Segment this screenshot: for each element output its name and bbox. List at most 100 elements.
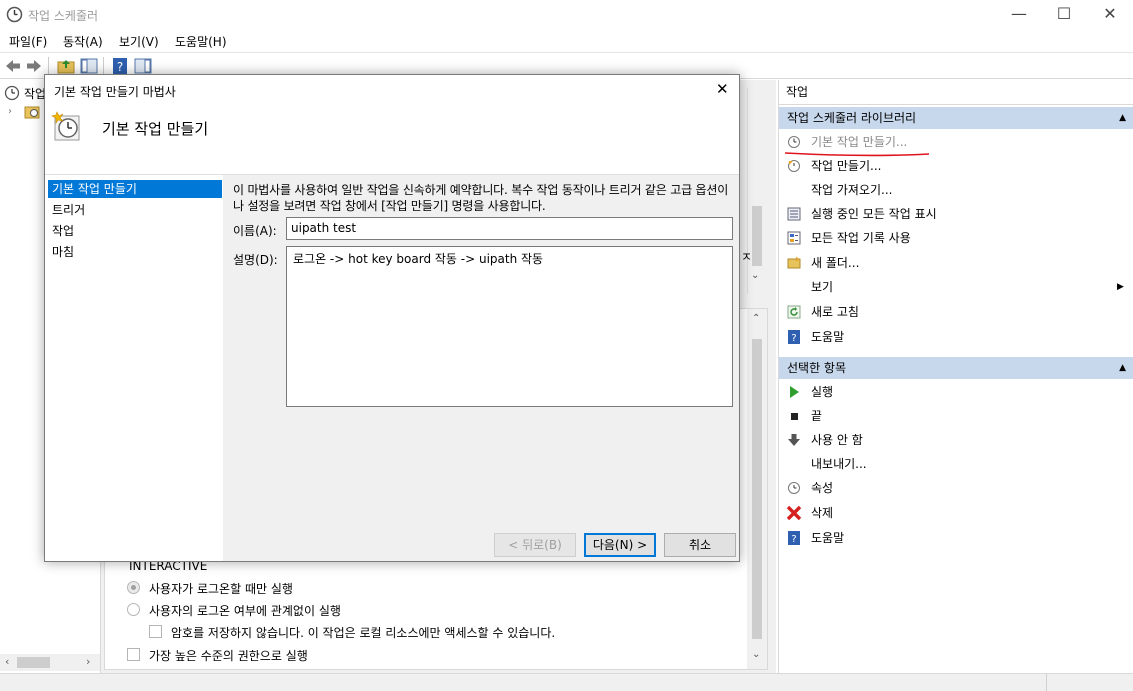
minimize-button[interactable]: — <box>996 0 1042 30</box>
svg-text:?: ? <box>791 333 796 344</box>
step-create-basic-task[interactable]: 기본 작업 만들기 <box>48 180 222 198</box>
forward-arrow-icon[interactable] <box>25 57 43 75</box>
radio-regardless-logon[interactable] <box>127 603 140 616</box>
next-button[interactable]: 다음(N) > <box>584 533 656 557</box>
action-create-task[interactable]: 작업 만들기... <box>779 154 1133 178</box>
action-label: 작업 만들기... <box>811 159 882 173</box>
menu-file[interactable]: 파일(F) <box>9 33 47 50</box>
delete-icon <box>786 505 802 521</box>
cancel-button[interactable]: 취소 <box>664 533 736 557</box>
scroll-up-icon[interactable]: ⌃ <box>752 313 760 324</box>
action-help-selected[interactable]: ? 도움말 <box>779 526 1133 550</box>
back-button[interactable]: < 뒤로(B) <box>494 533 576 557</box>
action-label: 내보내기... <box>811 457 867 471</box>
actions-header: 작업 <box>779 80 1133 105</box>
action-label: 삭제 <box>811 506 834 520</box>
window-titlebar: 작업 스케줄러 — ☐ ✕ <box>0 0 1133 30</box>
menu-help[interactable]: 도움말(H) <box>175 33 227 50</box>
wizard-intro-text: 이 마법사를 사용하여 일반 작업을 신속하게 예약합니다. 복수 작업 동작이… <box>233 183 729 213</box>
name-input[interactable]: uipath test <box>286 217 733 240</box>
checkbox-no-save-password[interactable] <box>149 625 162 638</box>
help-icon[interactable]: ? <box>111 57 129 75</box>
wizard-steps: 기본 작업 만들기 트리거 작업 마침 <box>45 175 223 561</box>
lower-vertical-scrollbar[interactable]: ⌃ ⌄ <box>747 309 767 669</box>
refresh-icon <box>787 305 801 319</box>
checkbox-highest-privileges-label: 가장 높은 수준의 권한으로 실행 <box>149 649 308 663</box>
checkbox-highest-privileges[interactable] <box>127 648 140 661</box>
scroll-left-icon[interactable]: ‹ <box>5 655 9 668</box>
menu-action[interactable]: 동작(A) <box>63 33 103 50</box>
close-button[interactable]: ✕ <box>1087 0 1133 30</box>
tree-root-label[interactable]: 작업 <box>24 85 46 102</box>
toolbar-separator <box>103 57 104 75</box>
toolbar-separator <box>48 57 49 75</box>
description-textarea[interactable]: 로그온 -> hot key board 작동 -> uipath 작동 <box>286 246 733 407</box>
scroll-down-icon[interactable]: ⌄ <box>752 649 760 660</box>
clock-icon <box>788 160 800 172</box>
actions-pane: 작업 작업 스케줄러 라이브러리 ▲ 기본 작업 만들기... 작업 만들기..… <box>778 80 1133 673</box>
checkbox-no-save-password-label: 암호를 저장하지 않습니다. 이 작업은 로컬 리소스에만 액세스할 수 있습니… <box>171 626 556 640</box>
action-help[interactable]: ? 도움말 <box>779 325 1133 349</box>
action-properties[interactable]: 속성 <box>779 476 1133 500</box>
section-library-title: 작업 스케줄러 라이브러리 <box>787 111 917 125</box>
action-delete[interactable]: 삭제 <box>779 501 1133 525</box>
action-label: 보기 <box>811 280 834 294</box>
maximize-button[interactable]: ☐ <box>1041 0 1087 30</box>
action-export[interactable]: 내보내기... <box>779 452 1133 476</box>
collapse-arrow-icon[interactable]: ▲ <box>1119 107 1126 129</box>
section-library-header[interactable]: 작업 스케줄러 라이브러리 ▲ <box>779 107 1133 129</box>
collapse-arrow-icon[interactable]: ▲ <box>1119 357 1126 379</box>
play-icon <box>790 386 799 398</box>
scrollbar-thumb[interactable] <box>752 206 762 266</box>
scrollbar-thumb[interactable] <box>17 657 50 668</box>
expand-chevron-icon[interactable]: › <box>8 106 12 117</box>
menu-bar: 파일(F) 동작(A) 보기(V) 도움말(H) <box>0 30 1133 52</box>
action-label: 작업 가져오기... <box>811 183 893 197</box>
library-folder-icon[interactable] <box>24 105 40 119</box>
step-action[interactable]: 작업 <box>48 222 222 240</box>
action-label: 사용 안 함 <box>811 433 863 447</box>
action-import-task[interactable]: 작업 가져오기... <box>779 178 1133 202</box>
svg-text:?: ? <box>117 60 123 74</box>
menu-view[interactable]: 보기(V) <box>119 33 159 50</box>
partial-text: ㅈ <box>741 250 753 264</box>
status-bar <box>0 673 1133 691</box>
action-view[interactable]: 보기 ▶ <box>779 275 1133 299</box>
action-label: 도움말 <box>811 531 845 545</box>
scrollbar-thumb[interactable] <box>752 339 762 639</box>
dialog-title: 기본 작업 만들기 마법사 <box>54 85 176 99</box>
scroll-down-icon[interactable]: ⌄ <box>751 270 759 281</box>
action-show-running-tasks[interactable]: 실행 중인 모든 작업 표시 <box>779 202 1133 226</box>
properties-icon <box>788 482 800 494</box>
action-disable[interactable]: 사용 안 함 <box>779 428 1133 452</box>
section-selected-header[interactable]: 선택한 항목 ▲ <box>779 357 1133 379</box>
radio-logon-only[interactable] <box>127 581 140 594</box>
action-refresh[interactable]: 새로 고침 <box>779 300 1133 324</box>
action-run[interactable]: 실행 <box>779 380 1133 404</box>
step-trigger[interactable]: 트리거 <box>48 201 222 219</box>
action-label: 모든 작업 기록 사용 <box>811 231 911 245</box>
section-selected-title: 선택한 항목 <box>787 361 847 375</box>
task-scheduler-icon <box>4 85 20 101</box>
step-finish[interactable]: 마침 <box>48 243 222 261</box>
show-hide-tree-icon[interactable] <box>80 57 98 75</box>
dialog-close-button[interactable]: ✕ <box>716 80 729 98</box>
history-icon <box>787 231 801 245</box>
task-wizard-icon <box>51 111 80 141</box>
action-label: 실행 <box>811 385 834 399</box>
folder-up-icon[interactable] <box>57 57 75 75</box>
action-end[interactable]: 끝 <box>779 404 1133 428</box>
action-label: 도움말 <box>811 330 845 344</box>
show-hide-action-pane-icon[interactable] <box>134 57 152 75</box>
tree-horizontal-scrollbar[interactable]: ‹ › <box>0 654 100 671</box>
action-new-folder[interactable]: 새 폴더... <box>779 251 1133 275</box>
action-enable-history[interactable]: 모든 작업 기록 사용 <box>779 226 1133 250</box>
window-title: 작업 스케줄러 <box>28 9 99 23</box>
radio-logon-only-label: 사용자가 로그온할 때만 실행 <box>149 582 293 596</box>
dialog-titlebar: 기본 작업 만들기 마법사 ✕ <box>45 75 739 105</box>
wizard-body: 이 마법사를 사용하여 일반 작업을 신속하게 예약합니다. 복수 작업 동작이… <box>223 175 739 561</box>
action-label: 실행 중인 모든 작업 표시 <box>811 207 937 221</box>
radio-regardless-logon-label: 사용자의 로그온 여부에 관계없이 실행 <box>149 604 341 618</box>
scroll-right-icon[interactable]: › <box>86 655 90 668</box>
back-arrow-icon[interactable] <box>4 57 22 75</box>
